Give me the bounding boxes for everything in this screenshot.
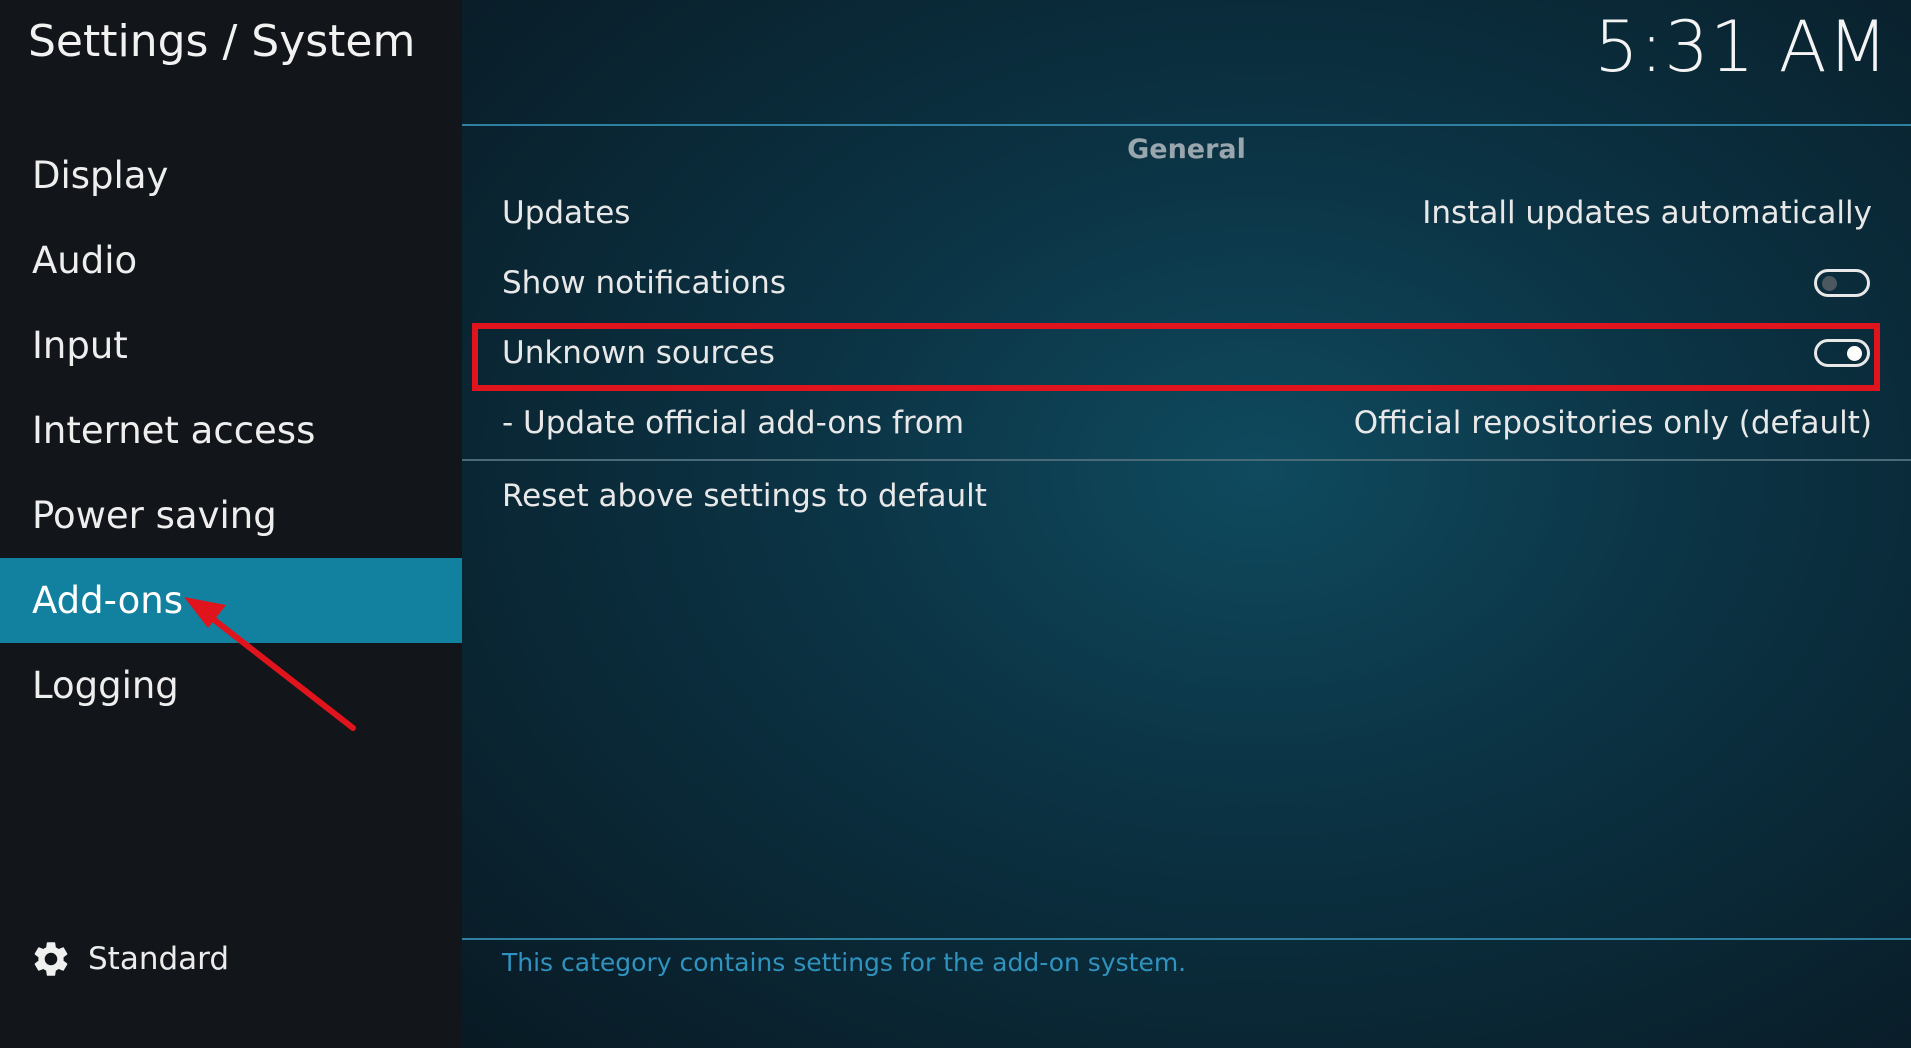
setting-updates[interactable]: Updates Install updates automatically — [502, 183, 1872, 243]
category-description: This category contains settings for the … — [502, 948, 1187, 977]
setting-value: Official repositories only (default) — [1353, 405, 1872, 441]
setting-label: Show notifications — [502, 265, 786, 301]
toggle-switch[interactable] — [1814, 269, 1870, 297]
middle-divider — [462, 459, 1911, 461]
top-divider — [462, 124, 1911, 126]
setting-label: Updates — [502, 195, 631, 231]
sidebar-item-power-saving[interactable]: Power saving — [0, 473, 462, 558]
settings-level-button[interactable]: Standard — [30, 938, 229, 980]
reset-settings-button[interactable]: Reset above settings to default — [502, 466, 1872, 526]
sidebar: Settings / System Display Audio Input In… — [0, 0, 462, 1048]
setting-update-official-addons[interactable]: - Update official add-ons from Official … — [502, 393, 1872, 453]
settings-level-label: Standard — [88, 941, 230, 977]
setting-show-notifications[interactable]: Show notifications — [502, 253, 1872, 313]
bottom-divider — [462, 938, 1911, 940]
settings-panel: 5:31 AM General Updates Install updates … — [462, 0, 1911, 1048]
window-title: Settings / System — [28, 16, 416, 67]
clock: 5:31 AM — [1594, 6, 1889, 88]
toggle-knob — [1822, 276, 1837, 291]
gear-icon — [30, 938, 72, 980]
sidebar-item-display[interactable]: Display — [0, 133, 462, 218]
sidebar-item-logging[interactable]: Logging — [0, 643, 462, 728]
sidebar-item-audio[interactable]: Audio — [0, 218, 462, 303]
group-heading: General — [1127, 134, 1246, 165]
setting-value: Install updates automatically — [1422, 195, 1872, 231]
sidebar-item-input[interactable]: Input — [0, 303, 462, 388]
reset-label: Reset above settings to default — [502, 478, 987, 514]
sidebar-item-add-ons[interactable]: Add-ons — [0, 558, 462, 643]
category-list: Display Audio Input Internet access Powe… — [0, 133, 462, 728]
kodi-settings-screen: Settings / System Display Audio Input In… — [0, 0, 1911, 1048]
annotation-highlight-box — [472, 323, 1880, 391]
setting-label: - Update official add-ons from — [502, 405, 965, 441]
sidebar-item-internet-access[interactable]: Internet access — [0, 388, 462, 473]
